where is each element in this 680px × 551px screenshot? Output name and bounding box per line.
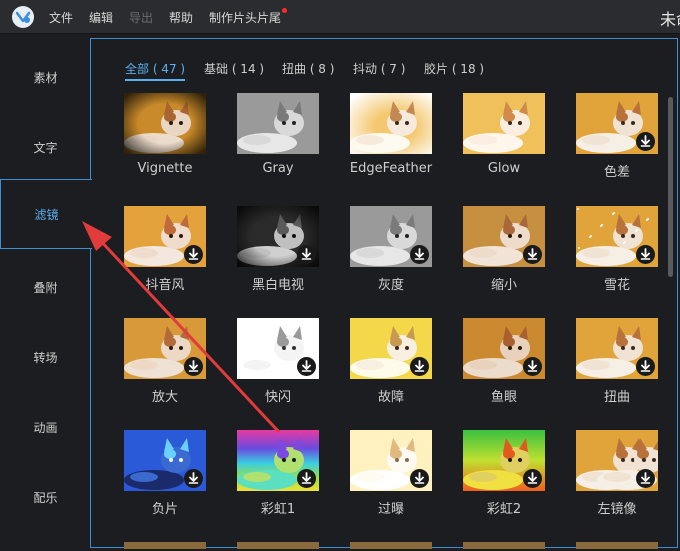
download-icon[interactable]: [297, 357, 316, 376]
filter-label: EdgeFeather: [349, 161, 433, 176]
download-icon[interactable]: [636, 245, 655, 264]
filter-thumbnail[interactable]: [463, 318, 545, 379]
download-icon[interactable]: [410, 469, 429, 488]
filter-label: 负片: [151, 502, 178, 517]
menu-bar: 文件 编辑 导出 帮助 制作片头片尾 未命名: [0, 0, 680, 34]
filter-thumbnail[interactable]: [576, 93, 658, 154]
sidebar-item-animation[interactable]: 动画: [0, 392, 91, 462]
app-logo-icon[interactable]: [12, 6, 34, 28]
download-icon[interactable]: [523, 469, 542, 488]
new-badge-dot: [282, 8, 287, 13]
menu-intro-outro[interactable]: 制作片头片尾: [209, 9, 281, 26]
download-icon[interactable]: [523, 357, 542, 376]
filter-label: 故障: [377, 390, 404, 405]
filter-label: 放大: [151, 390, 178, 405]
filter-thumbnail[interactable]: [237, 93, 319, 154]
sidebar-item-label: 文字: [33, 140, 58, 155]
filter-thumbnail[interactable]: [576, 430, 658, 491]
filter-thumbnail[interactable]: [350, 318, 432, 379]
filter-panel: 全部 ( 47 ) 基础 ( 14 ) 扭曲 ( 8 ) 抖动 ( 7 ) 胶片…: [90, 38, 679, 549]
filter-thumbnail[interactable]: [463, 542, 545, 549]
filter-thumbnail[interactable]: [237, 430, 319, 491]
filter-label: 缩小: [490, 278, 517, 293]
scrollbar-thumb[interactable]: [668, 97, 673, 277]
filter-thumbnail[interactable]: [237, 206, 319, 267]
download-icon[interactable]: [410, 245, 429, 264]
filter-label: 色差: [603, 165, 630, 180]
filter-thumbnail[interactable]: [576, 206, 658, 267]
download-icon[interactable]: [636, 469, 655, 488]
download-icon[interactable]: [297, 245, 316, 264]
filter-thumbnail[interactable]: [124, 430, 206, 491]
sidebar-item-music[interactable]: 配乐: [0, 462, 91, 532]
sidebar-item-filter[interactable]: 滤镜: [0, 179, 92, 249]
sidebar-item-label: 动画: [33, 420, 58, 435]
filter-thumbnail[interactable]: [124, 318, 206, 379]
sidebar-item-transition[interactable]: 转场: [0, 322, 91, 392]
menu-edit[interactable]: 编辑: [89, 9, 113, 26]
filter-label: Glow: [487, 161, 521, 176]
sidebar-item-overlay[interactable]: 叠附: [0, 252, 91, 322]
sidebar: 素材 文字 滤镜 叠附 转场 动画 配乐: [0, 38, 92, 551]
download-icon[interactable]: [184, 245, 203, 264]
sidebar-item-label: 滤镜: [34, 207, 59, 222]
filter-thumbnail[interactable]: [237, 542, 319, 549]
filter-label: 灰度: [377, 278, 404, 293]
filter-thumbnail[interactable]: [576, 542, 658, 549]
filter-label: Vignette: [137, 161, 193, 176]
filter-label: 雪花: [603, 278, 630, 293]
download-icon[interactable]: [636, 357, 655, 376]
filter-thumbnail[interactable]: [124, 93, 206, 154]
filter-label: 快闪: [264, 390, 291, 405]
download-icon[interactable]: [410, 357, 429, 376]
sidebar-item-label: 叠附: [33, 280, 58, 295]
filter-thumbnail[interactable]: [576, 318, 658, 379]
filter-thumbnail[interactable]: [237, 318, 319, 379]
filter-label: 黑白电视: [251, 278, 304, 293]
filter-label: 彩虹1: [260, 502, 296, 517]
filter-label: 抖音风: [145, 278, 185, 293]
sidebar-item-text[interactable]: 文字: [0, 112, 91, 182]
filter-label: 扭曲: [603, 390, 630, 405]
menu-export[interactable]: 导出: [129, 9, 153, 26]
download-icon[interactable]: [184, 357, 203, 376]
download-icon[interactable]: [297, 469, 316, 488]
filter-thumbnail[interactable]: [124, 542, 206, 549]
filter-thumbnail[interactable]: [463, 93, 545, 154]
filter-thumbnail[interactable]: [124, 206, 206, 267]
filter-thumbnail[interactable]: [350, 93, 432, 154]
sidebar-item-material[interactable]: 素材: [0, 42, 91, 112]
menu-help[interactable]: 帮助: [169, 9, 193, 26]
download-icon[interactable]: [636, 132, 655, 151]
filter-label: 左镜像: [597, 502, 637, 517]
download-icon[interactable]: [184, 469, 203, 488]
filter-thumbnail[interactable]: [463, 430, 545, 491]
filter-thumbnail[interactable]: [350, 430, 432, 491]
filter-thumbnail[interactable]: [350, 542, 432, 549]
filter-label: 彩虹2: [486, 502, 522, 517]
sidebar-item-label: 转场: [33, 350, 58, 365]
menu-file[interactable]: 文件: [49, 9, 73, 26]
sidebar-item-label: 配乐: [33, 490, 58, 505]
filter-label: Gray: [262, 161, 294, 176]
filter-thumbnail[interactable]: [350, 206, 432, 267]
sidebar-item-label: 素材: [33, 70, 58, 85]
download-icon[interactable]: [523, 245, 542, 264]
filter-label: 鱼眼: [490, 390, 517, 405]
filter-thumbnail[interactable]: [463, 206, 545, 267]
project-title: 未命名: [660, 10, 680, 29]
filter-label: 过曝: [377, 502, 404, 517]
filter-grid: Vignette Gray EdgeFeather Glow 色差 抖音风 黑白…: [91, 39, 679, 549]
